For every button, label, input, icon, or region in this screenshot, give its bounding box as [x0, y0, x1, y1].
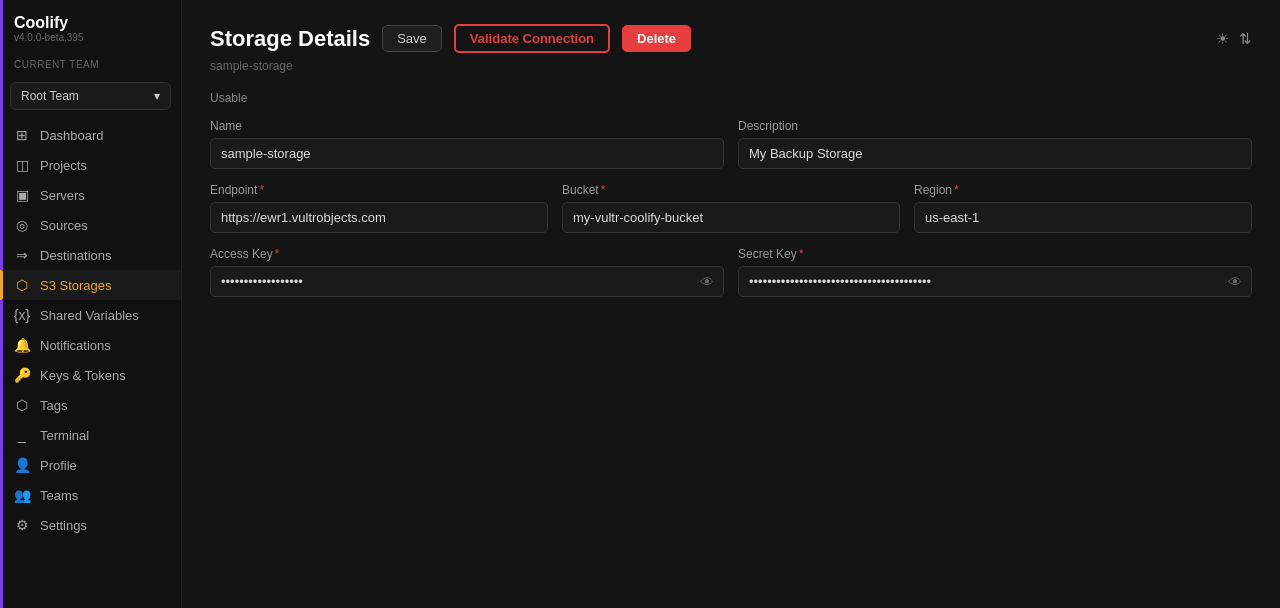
sidebar-item-sources[interactable]: ◎ Sources [0, 210, 181, 240]
delete-button[interactable]: Delete [622, 25, 691, 52]
page-title: Storage Details [210, 26, 370, 52]
bucket-label: Bucket* [562, 183, 900, 197]
current-team-label: Current Team [0, 49, 181, 76]
access-key-eye-icon[interactable]: 👁 [700, 274, 714, 290]
sidebar-item-label: Settings [40, 518, 87, 533]
app-name: Coolify [14, 14, 167, 32]
layers-icon: ◫ [14, 157, 30, 173]
sidebar-item-label: Notifications [40, 338, 111, 353]
sun-icon[interactable]: ☀ [1216, 30, 1229, 48]
bucket-field: Bucket* [562, 183, 900, 233]
bucket-input[interactable] [562, 202, 900, 233]
team-name: Root Team [21, 89, 79, 103]
access-key-field: Access Key* 👁 [210, 247, 724, 297]
terminal-icon: _ [14, 427, 30, 443]
chevron-down-icon: ▾ [154, 89, 160, 103]
endpoint-input[interactable] [210, 202, 548, 233]
region-input[interactable] [914, 202, 1252, 233]
sidebar-item-notifications[interactable]: 🔔 Notifications [0, 330, 181, 360]
storage-sub-title: sample-storage [210, 59, 1252, 73]
destination-icon: ⇒ [14, 247, 30, 263]
name-description-row: Name Description [210, 119, 1252, 169]
sidebar-item-tags[interactable]: ⬡ Tags [0, 390, 181, 420]
tag-icon: ⬡ [14, 397, 30, 413]
users-icon: 👥 [14, 487, 30, 503]
variable-icon: {x} [14, 307, 30, 323]
sidebar-item-sharedvariables[interactable]: {x} Shared Variables [0, 300, 181, 330]
sidebar-item-projects[interactable]: ◫ Projects [0, 150, 181, 180]
sidebar-item-dashboard[interactable]: ⊞ Dashboard [0, 120, 181, 150]
description-field: Description [738, 119, 1252, 169]
save-button[interactable]: Save [382, 25, 442, 52]
description-label: Description [738, 119, 1252, 133]
sidebar-item-label: Keys & Tokens [40, 368, 126, 383]
header-icons: ☀ ⇅ [1216, 30, 1252, 48]
sidebar-item-label: Servers [40, 188, 85, 203]
sidebar-item-label: Tags [40, 398, 67, 413]
endpoint-label: Endpoint* [210, 183, 548, 197]
sidebar-item-label: S3 Storages [40, 278, 112, 293]
sidebar-item-teams[interactable]: 👥 Teams [0, 480, 181, 510]
bell-icon: 🔔 [14, 337, 30, 353]
secret-key-input[interactable] [738, 266, 1252, 297]
section-usable: Usable [210, 91, 1252, 105]
sidebar-item-label: Projects [40, 158, 87, 173]
region-field: Region* [914, 183, 1252, 233]
secret-key-eye-icon[interactable]: 👁 [1228, 274, 1242, 290]
grid-icon: ⊞ [14, 127, 30, 143]
endpoint-field: Endpoint* [210, 183, 548, 233]
sidebar-item-destinations[interactable]: ⇒ Destinations [0, 240, 181, 270]
page-header: Storage Details Save Validate Connection… [210, 24, 1252, 53]
team-selector[interactable]: Root Team ▾ [10, 82, 171, 110]
keys-row: Access Key* 👁 Secret Key* 👁 [210, 247, 1252, 297]
s3-icon: ⬡ [14, 277, 30, 293]
access-key-input[interactable] [210, 266, 724, 297]
secret-key-field: Secret Key* 👁 [738, 247, 1252, 297]
sidebar-item-keystokens[interactable]: 🔑 Keys & Tokens [0, 360, 181, 390]
description-input[interactable] [738, 138, 1252, 169]
sidebar-item-servers[interactable]: ▣ Servers [0, 180, 181, 210]
secret-key-label: Secret Key* [738, 247, 1252, 261]
sidebar-item-label: Terminal [40, 428, 89, 443]
name-label: Name [210, 119, 724, 133]
sidebar-item-label: Teams [40, 488, 78, 503]
sidebar-item-s3storages[interactable]: ⬡ S3 Storages [0, 270, 181, 300]
sidebar-item-profile[interactable]: 👤 Profile [0, 450, 181, 480]
access-key-wrapper: 👁 [210, 266, 724, 297]
source-icon: ◎ [14, 217, 30, 233]
version: v4.0.0-beta.395 [14, 32, 167, 43]
main-content: Storage Details Save Validate Connection… [182, 0, 1280, 608]
expand-icon[interactable]: ⇅ [1239, 30, 1252, 48]
sidebar-item-label: Profile [40, 458, 77, 473]
sidebar-item-label: Shared Variables [40, 308, 139, 323]
validate-connection-button[interactable]: Validate Connection [454, 24, 610, 53]
endpoint-bucket-region-row: Endpoint* Bucket* Region* [210, 183, 1252, 233]
name-input[interactable] [210, 138, 724, 169]
access-key-label: Access Key* [210, 247, 724, 261]
name-field: Name [210, 119, 724, 169]
region-label: Region* [914, 183, 1252, 197]
settings-icon: ⚙ [14, 517, 30, 533]
secret-key-wrapper: 👁 [738, 266, 1252, 297]
sidebar-item-label: Destinations [40, 248, 112, 263]
sidebar-item-terminal[interactable]: _ Terminal [0, 420, 181, 450]
key-icon: 🔑 [14, 367, 30, 383]
sidebar-item-label: Sources [40, 218, 88, 233]
sidebar-item-settings[interactable]: ⚙ Settings [0, 510, 181, 540]
sidebar: Coolify v4.0.0-beta.395 Current Team Roo… [0, 0, 182, 608]
server-icon: ▣ [14, 187, 30, 203]
sidebar-logo: Coolify v4.0.0-beta.395 [0, 0, 181, 49]
user-icon: 👤 [14, 457, 30, 473]
sidebar-item-label: Dashboard [40, 128, 104, 143]
